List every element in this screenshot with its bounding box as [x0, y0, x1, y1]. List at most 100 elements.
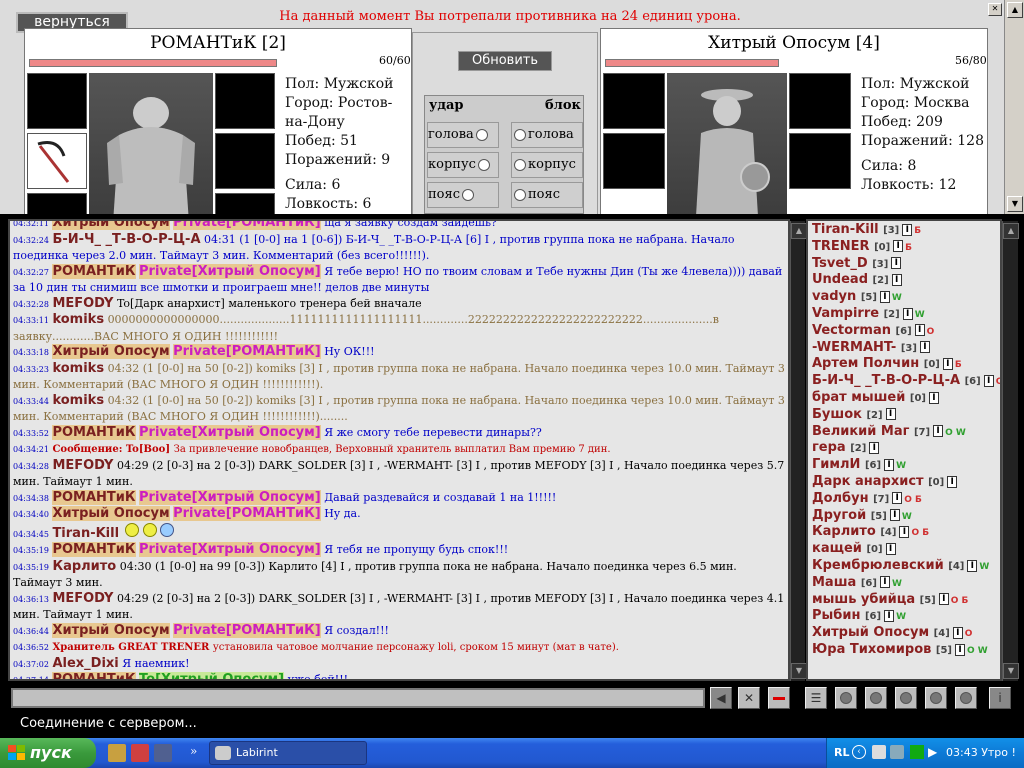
- user-name[interactable]: Tsvet_D: [812, 256, 868, 271]
- radio-icon[interactable]: [477, 158, 490, 171]
- private-target[interactable]: Private[РОМАНТиК]: [173, 506, 321, 521]
- scroll-down-icon[interactable]: ▼: [1007, 196, 1023, 212]
- user-list-item[interactable]: мышь убийца [5] I O Б: [812, 592, 968, 607]
- private-target[interactable]: Private[РОМАНТиК]: [173, 622, 321, 638]
- user-name[interactable]: Другой: [812, 508, 866, 523]
- strike-belt[interactable]: пояс: [427, 182, 499, 208]
- radio-icon[interactable]: [461, 188, 474, 201]
- chat-nick[interactable]: Карлито: [52, 559, 116, 574]
- user-info-icon[interactable]: I: [983, 374, 994, 387]
- user-name[interactable]: Бушок: [812, 407, 862, 422]
- back-icon[interactable]: ‹: [852, 745, 866, 759]
- user-list-item[interactable]: Tsvet_D [3] I: [812, 256, 902, 271]
- language-indicator[interactable]: RL: [834, 746, 849, 759]
- to-target[interactable]: To[Хитрый Опосум]: [139, 672, 285, 679]
- user-list-item[interactable]: брат мышей [0] I: [812, 390, 939, 405]
- user-list-item[interactable]: Карлито [4] I O Б: [812, 524, 929, 539]
- strike-body[interactable]: корпус: [427, 152, 499, 178]
- user-info-icon[interactable]: I: [955, 643, 965, 656]
- user-list-item[interactable]: Vectorman [6] I O: [812, 323, 934, 338]
- radio-icon[interactable]: [475, 128, 488, 141]
- user-info-icon[interactable]: I: [892, 492, 903, 505]
- user-list-item[interactable]: Tiran-Kill [3] I Б: [812, 222, 921, 237]
- user-info-icon[interactable]: I: [885, 542, 896, 555]
- user-info-icon[interactable]: I: [902, 307, 913, 320]
- smile-icon[interactable]: [835, 687, 857, 709]
- private-target[interactable]: Private[Хитрый Опосум]: [139, 489, 321, 505]
- user-name[interactable]: Маша: [812, 575, 856, 590]
- quicklaunch-icon[interactable]: [154, 744, 172, 762]
- user-name[interactable]: Крембрюлевский: [812, 558, 944, 573]
- users-scrollbar[interactable]: ▲ ▼: [1002, 221, 1019, 681]
- chat-nick[interactable]: РОМАНТиК: [52, 672, 136, 679]
- equip-slot[interactable]: [27, 133, 87, 189]
- play-icon[interactable]: ▶: [928, 745, 937, 759]
- private-target[interactable]: Private[Хитрый Опосум]: [139, 542, 321, 557]
- user-name[interactable]: Артем Полчин: [812, 356, 919, 371]
- user-info-icon[interactable]: I: [891, 257, 902, 270]
- chat-nick[interactable]: MEFODY: [52, 458, 113, 473]
- close-icon[interactable]: ✕: [988, 3, 1002, 16]
- chat-nick[interactable]: Хитрый Опосум: [52, 506, 170, 521]
- user-list-item[interactable]: Дарк анархист [0] I: [812, 474, 958, 489]
- refresh-button[interactable]: Обновить: [458, 51, 552, 71]
- smile-icon[interactable]: [955, 687, 977, 709]
- user-name[interactable]: -WERMAHT-: [812, 340, 896, 355]
- chat-nick[interactable]: РОМАНТиК: [52, 542, 136, 557]
- user-list-item[interactable]: кащей [0] I: [812, 541, 896, 556]
- block-body[interactable]: корпус: [511, 152, 583, 178]
- tray-icon[interactable]: [872, 745, 886, 759]
- private-target[interactable]: Private[Хитрый Опосум]: [139, 263, 321, 279]
- chat-nick[interactable]: komiks: [52, 312, 104, 327]
- tray-icon[interactable]: [910, 745, 924, 759]
- user-name[interactable]: гера: [812, 440, 846, 455]
- battle-scrollbar[interactable]: ▲ ▼: [1004, 0, 1024, 214]
- user-name[interactable]: Дарк анархист: [812, 474, 924, 489]
- chat-nick[interactable]: komiks: [52, 393, 104, 408]
- user-info-icon[interactable]: I: [952, 626, 963, 639]
- tray-icon[interactable]: [890, 745, 904, 759]
- chat-nick[interactable]: Хитрый Опосум: [52, 221, 170, 230]
- user-name[interactable]: Хитрый Опосум: [812, 625, 929, 640]
- user-name[interactable]: Юра Тихомиров: [812, 642, 931, 657]
- user-list-item[interactable]: Юра Тихомиров [5] I O W: [812, 642, 988, 657]
- chat-input[interactable]: [11, 688, 705, 708]
- chat-nick[interactable]: MEFODY: [52, 591, 113, 606]
- info-icon[interactable]: i: [989, 687, 1011, 709]
- user-list-item[interactable]: Великий Маг [7] I O W: [812, 424, 966, 439]
- user-name[interactable]: ГимлИ: [812, 457, 860, 472]
- user-name[interactable]: Undead: [812, 272, 868, 287]
- radio-icon[interactable]: [514, 188, 526, 201]
- user-list-item[interactable]: Vampirre [2] I W: [812, 306, 925, 321]
- user-info-icon[interactable]: I: [884, 458, 895, 471]
- user-info-icon[interactable]: I: [869, 441, 880, 454]
- user-name[interactable]: мышь убийца: [812, 592, 915, 607]
- chat-nick[interactable]: Хитрый Опосум: [52, 622, 170, 638]
- equip-slot[interactable]: [215, 133, 275, 189]
- user-info-icon[interactable]: I: [942, 357, 953, 370]
- private-target[interactable]: Private[Хитрый Опосум]: [139, 424, 321, 440]
- scroll-down-icon[interactable]: ▼: [1003, 663, 1019, 679]
- chat-nick[interactable]: MEFODY: [52, 296, 113, 311]
- user-list-item[interactable]: Другой [5] I W: [812, 508, 912, 523]
- radio-icon[interactable]: [514, 128, 526, 141]
- user-info-icon[interactable]: I: [919, 341, 930, 354]
- chat-nick[interactable]: Alex_Dixi: [52, 656, 118, 671]
- chevron-right-icon[interactable]: »: [190, 744, 197, 758]
- chat-nick[interactable]: РОМАНТиК: [52, 489, 136, 505]
- user-name[interactable]: Рыбин: [812, 608, 860, 623]
- quicklaunch-icon[interactable]: [131, 744, 149, 762]
- equip-slot[interactable]: [27, 73, 87, 129]
- user-info-icon[interactable]: I: [879, 290, 890, 303]
- colors-icon[interactable]: [768, 687, 790, 709]
- user-list-item[interactable]: vadyn [5] I W: [812, 289, 902, 304]
- chat-nick[interactable]: РОМАНТиК: [52, 424, 136, 440]
- user-name[interactable]: кащей: [812, 541, 862, 556]
- user-list-item[interactable]: -WERMAHT- [3] I: [812, 340, 930, 355]
- chat-scrollbar[interactable]: ▲ ▼: [790, 221, 807, 681]
- block-belt[interactable]: пояс: [511, 182, 583, 208]
- user-name[interactable]: Карлито: [812, 524, 876, 539]
- equip-slot[interactable]: [27, 193, 87, 214]
- menu-icon[interactable]: ☰: [805, 687, 827, 709]
- user-list-item[interactable]: ГимлИ [6] I W: [812, 457, 906, 472]
